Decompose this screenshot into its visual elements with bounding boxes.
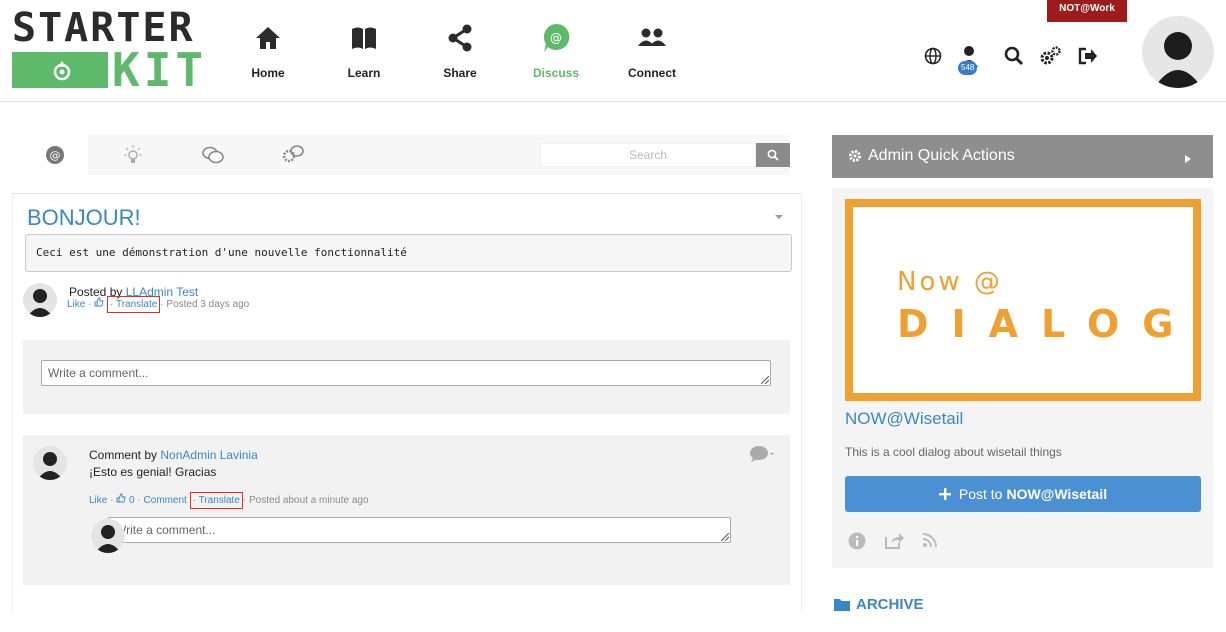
post-author-avatar[interactable] xyxy=(23,283,57,317)
tab-mentions[interactable]: @ xyxy=(22,135,88,175)
user-badge-icon[interactable]: 548 xyxy=(958,45,988,75)
lightbulb-icon xyxy=(124,145,142,163)
logo-text-bottom: KIT xyxy=(112,43,208,97)
top-header: STARTER KIT Home Learn Share @ Discuss C… xyxy=(0,0,1226,102)
post-to-dialog-button[interactable]: Post to NOW@Wisetail xyxy=(845,476,1201,512)
chat-bubbles-icon xyxy=(202,146,224,164)
admin-quick-actions-bar[interactable]: Admin Quick Actions xyxy=(832,135,1213,178)
reply-comment-input[interactable]: Write a comment... xyxy=(108,517,731,543)
gear-chat-icon xyxy=(282,145,304,163)
archive-label: ARCHIVE xyxy=(856,596,924,613)
comment-like-count[interactable]: 0 xyxy=(129,495,135,506)
dialog-banner-line1: Now @ xyxy=(897,267,1003,297)
comment-author-link[interactable]: NonAdmin Lavinia xyxy=(160,448,257,462)
resize-handle-icon[interactable] xyxy=(721,533,729,541)
post-to-target: NOW@Wisetail xyxy=(1006,486,1108,502)
comment-translate-link[interactable]: Translate xyxy=(199,495,240,506)
comment-reply-link[interactable]: Comment xyxy=(143,495,186,506)
post-body: Ceci est une démonstration d'une nouvell… xyxy=(25,234,792,272)
share-external-icon[interactable] xyxy=(884,532,904,550)
dialog-action-icons xyxy=(848,532,956,550)
comment-time: Posted about a minute ago xyxy=(249,495,369,506)
share-icon xyxy=(412,20,508,56)
dialog-title-link[interactable]: NOW@Wisetail xyxy=(845,409,963,429)
post-like-link[interactable]: Like xyxy=(67,299,85,310)
nav-share[interactable]: Share xyxy=(412,20,508,86)
post-comment-input[interactable]: Write a comment... xyxy=(41,360,771,386)
post-meta: Like · · Translate · Posted 3 days ago xyxy=(67,296,250,313)
gears-icon[interactable] xyxy=(1040,46,1062,66)
nav-home[interactable]: Home xyxy=(220,20,316,86)
post-translate-link[interactable]: Translate xyxy=(116,299,157,310)
nav-learn[interactable]: Learn xyxy=(316,20,412,86)
info-icon[interactable] xyxy=(848,532,866,550)
chevron-right-icon xyxy=(1185,155,1191,163)
nav-learn-label: Learn xyxy=(347,66,381,80)
user-avatar[interactable] xyxy=(1142,16,1214,88)
drop-icon xyxy=(53,61,71,81)
reply-author-avatar xyxy=(91,519,125,553)
admin-quick-actions-label: Admin Quick Actions xyxy=(848,147,1015,165)
comment-author-avatar[interactable] xyxy=(33,446,67,480)
starter-kit-logo[interactable]: STARTER KIT xyxy=(12,8,203,94)
post-title: BONJOUR! xyxy=(27,205,141,230)
nav-discuss[interactable]: @ Discuss xyxy=(508,20,604,86)
thumbs-up-icon[interactable] xyxy=(94,297,104,307)
folder-icon xyxy=(834,599,850,611)
archive-heading[interactable]: ARCHIVE xyxy=(834,596,924,613)
notification-count-badge: 548 xyxy=(958,61,978,75)
nav-share-label: Share xyxy=(443,66,477,80)
header-utility-icons: 548 xyxy=(924,40,1114,75)
gear-icon xyxy=(849,150,861,162)
logout-icon[interactable] xyxy=(1078,47,1098,65)
thumbs-up-icon[interactable] xyxy=(116,493,126,503)
not-at-work-button[interactable]: NOT@Work xyxy=(1047,0,1127,22)
translate-highlight: · Translate xyxy=(107,296,161,313)
globe-icon[interactable] xyxy=(924,47,942,65)
nav-connect-label: Connect xyxy=(628,66,676,80)
main-nav: Home Learn Share @ Discuss Connect xyxy=(220,20,700,86)
plus-icon xyxy=(938,488,951,500)
dialog-description: This is a cool dialog about wisetail thi… xyxy=(845,445,1062,459)
svg-text:@: @ xyxy=(50,149,61,162)
nav-discuss-label: Discuss xyxy=(532,66,580,80)
admin-quick-actions-text: Admin Quick Actions xyxy=(868,147,1015,164)
tab-ideas[interactable] xyxy=(100,135,166,175)
post-to-label: Post to xyxy=(958,486,1003,502)
comment-byline: Comment by NonAdmin Lavinia xyxy=(89,448,258,462)
comment-like-link[interactable]: Like xyxy=(89,495,107,506)
users-icon xyxy=(604,20,700,56)
search-icon xyxy=(767,149,779,161)
search-button[interactable] xyxy=(756,143,790,167)
tab-settings[interactable] xyxy=(260,135,326,175)
home-icon xyxy=(220,20,316,56)
at-chat-icon: @ xyxy=(508,20,604,56)
dialog-banner-image[interactable]: Now @ DIALOG xyxy=(845,199,1201,401)
post-comment-area: Write a comment... xyxy=(23,340,790,414)
translate-highlight: · Translate xyxy=(189,492,243,509)
post-time: Posted 3 days ago xyxy=(166,299,250,310)
comment-meta: Like · 0 · Comment · Translate · Posted a… xyxy=(89,492,369,509)
discuss-search-input[interactable]: Search xyxy=(540,143,756,167)
comment-by-label: Comment by xyxy=(89,448,158,462)
book-icon xyxy=(316,20,412,56)
at-icon: @ xyxy=(46,146,64,164)
dialog-banner-line2: DIALOG xyxy=(897,302,1197,346)
resize-handle-icon[interactable] xyxy=(761,376,769,384)
search-icon[interactable] xyxy=(1004,46,1024,66)
tab-conversations[interactable] xyxy=(180,135,246,175)
comment-text: ¡Esto es genial! Gracias xyxy=(89,465,217,479)
svg-text:@: @ xyxy=(550,31,562,45)
comment-options-icon[interactable] xyxy=(749,445,775,463)
logo-green-bar xyxy=(12,52,108,88)
nav-connect[interactable]: Connect xyxy=(604,20,700,86)
rss-icon[interactable] xyxy=(922,532,938,550)
logo-bottom: KIT xyxy=(12,46,203,94)
chevron-down-icon[interactable] xyxy=(775,214,783,220)
nav-home-label: Home xyxy=(251,66,285,80)
